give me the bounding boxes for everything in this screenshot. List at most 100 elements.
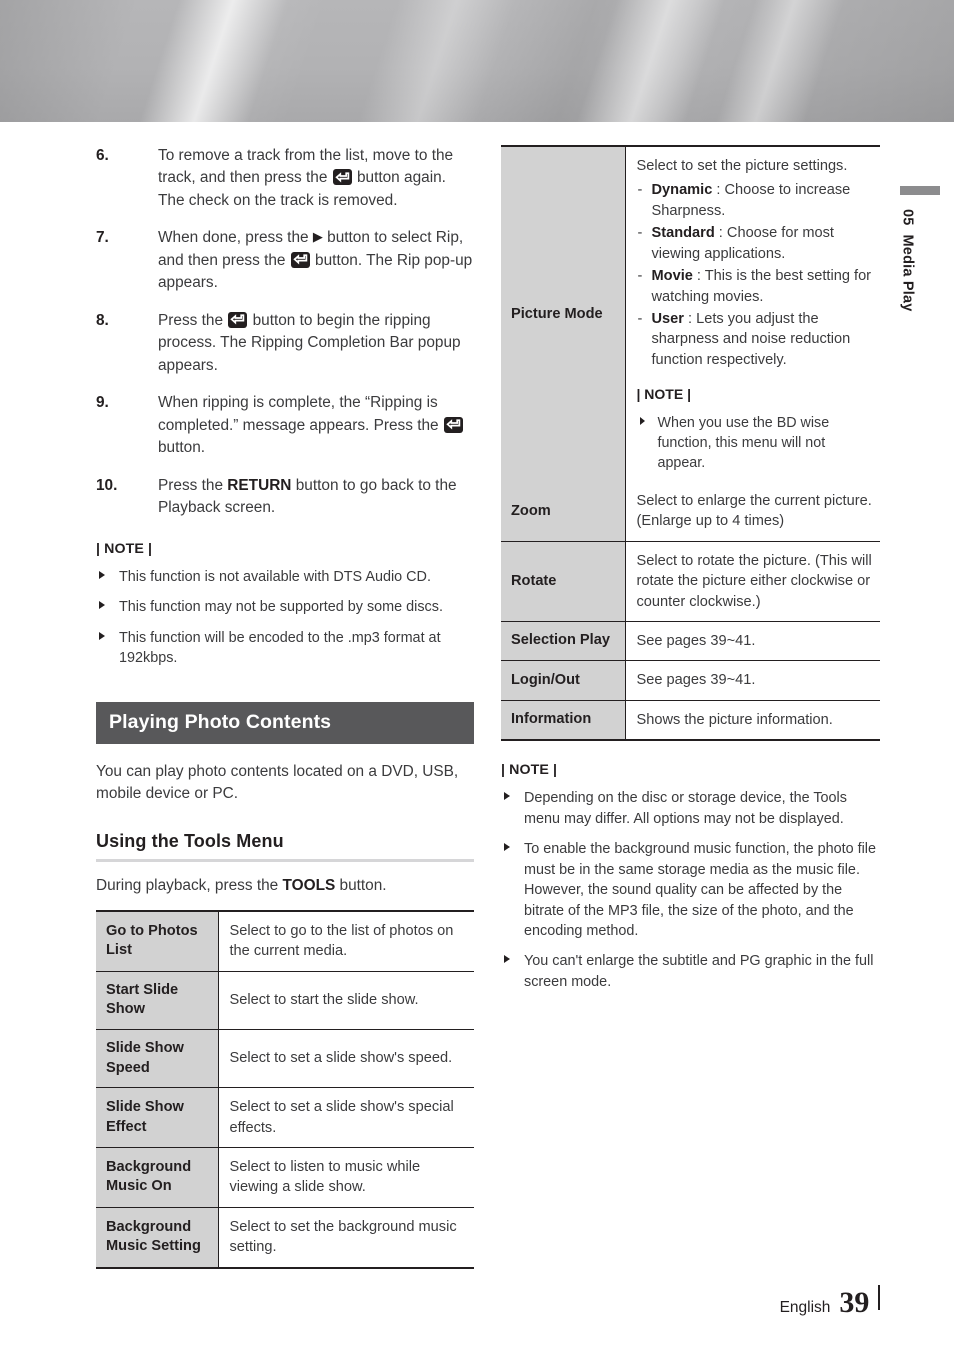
step-number: 10. xyxy=(96,476,118,494)
row-key: Go to Photos List xyxy=(96,911,219,972)
dash-bullet-icon: - xyxy=(637,310,643,327)
dash-bullet-icon: - xyxy=(637,225,643,242)
note-text: You can't enlarge the subtitle and PG gr… xyxy=(524,953,874,990)
row-key: Background Music On xyxy=(96,1147,219,1208)
step-item: 9. When ripping is complete, the “Ripping… xyxy=(96,392,474,459)
note-text: This function will be encoded to the .mp… xyxy=(119,629,441,667)
footer-language: English xyxy=(779,1299,831,1316)
row-key: Zoom xyxy=(501,481,626,542)
row-key: Start Slide Show xyxy=(96,971,219,1030)
note-item: To enable the background music function,… xyxy=(501,839,880,941)
note-item: You can't enlarge the subtitle and PG gr… xyxy=(501,951,880,992)
table-row: Start Slide Show Select to start the slid… xyxy=(96,971,474,1030)
row-value: Shows the picture information. xyxy=(636,711,833,728)
emphasis-text: TOOLS xyxy=(282,876,336,894)
row-value: Select to set the background music setti… xyxy=(229,1218,457,1256)
option-name: Movie xyxy=(651,268,693,285)
picture-mode-intro: Select to set the picture settings. xyxy=(636,158,848,174)
row-value: See pages 39~41. xyxy=(625,660,880,701)
dash-bullet-icon: - xyxy=(637,268,643,285)
note-text: This function may not be supported by so… xyxy=(119,599,443,616)
section-intro-text: You can play photo contents located on a… xyxy=(96,762,459,803)
note-item: This function is not available with DTS … xyxy=(96,567,474,587)
triangle-bullet-icon xyxy=(504,792,510,801)
row-value: Select to start the slide show. xyxy=(218,971,474,1030)
note-list-left: This function is not available with DTS … xyxy=(96,567,474,669)
row-key: Information xyxy=(501,700,626,741)
emphasis-text: RETURN xyxy=(227,476,292,494)
row-value-picture-mode: Select to set the picture settings. - Dyn… xyxy=(625,146,880,482)
step-text: When ripping is complete, the “Ripping i… xyxy=(158,394,464,456)
row-value: Select to go to the list of photos on th… xyxy=(218,911,474,972)
page-body: 6. To remove a track from the list, move … xyxy=(0,122,954,1354)
step-number: 7. xyxy=(96,229,109,247)
dash-bullet-icon: - xyxy=(637,182,643,199)
note-list-right: Depending on the disc or storage device,… xyxy=(501,788,880,992)
table-row: Login/Out See pages 39~41. xyxy=(501,660,880,701)
step-item: 10. Press the RETURN button to go back to… xyxy=(96,475,474,520)
subheading-intro-text: During playback, press the TOOLS button. xyxy=(96,876,387,894)
picture-mode-option: - User : Lets you adjust the sharpness an… xyxy=(637,309,875,370)
page-footer: English 39 xyxy=(779,1285,880,1320)
enter-button-icon xyxy=(290,251,310,268)
row-key: Slide Show Speed xyxy=(96,1029,219,1089)
row-key: Login/Out xyxy=(501,660,626,701)
step-item: 8. Press the button to begin the ripping … xyxy=(96,310,474,377)
footer-rule xyxy=(878,1285,880,1310)
option-name: Dynamic xyxy=(651,182,713,199)
picture-mode-option-list: - Dynamic : Choose to increase Sharpness.… xyxy=(637,180,875,370)
right-column: Picture Mode Select to set the picture s… xyxy=(501,145,880,992)
note-heading-right: | NOTE | xyxy=(501,762,558,779)
table-row: Zoom Select to enlarge the current pictur… xyxy=(501,481,880,542)
picture-mode-option: - Standard : Choose for most viewing appl… xyxy=(637,223,875,264)
note-text: When you use the BD wise function, this … xyxy=(657,414,830,471)
row-key: Selection Play xyxy=(501,621,626,662)
play-arrow-icon: ▶ xyxy=(312,229,323,245)
picture-options-table: Picture Mode Select to set the picture s… xyxy=(501,145,880,742)
subheading-using-the-tools-menu: Using the Tools Menu xyxy=(96,831,474,862)
picture-mode-option: - Movie : This is the best setting for wa… xyxy=(637,266,875,307)
note-item: Depending on the disc or storage device,… xyxy=(501,788,880,829)
table-row: Rotate Select to rotate the picture. (Thi… xyxy=(501,541,880,622)
table-row: Go to Photos List Select to go to the lis… xyxy=(96,911,474,972)
step-text: When done, press the ▶ button to select … xyxy=(158,229,473,292)
note-item: This function will be encoded to the .mp… xyxy=(96,628,474,669)
row-key: Background Music Setting xyxy=(96,1207,219,1268)
step-text: To remove a track from the list, move to… xyxy=(158,147,454,209)
row-value: Select to set a slide show's speed. xyxy=(218,1029,474,1089)
option-name: Standard xyxy=(651,225,715,242)
note-text: To enable the background music function,… xyxy=(524,841,877,939)
enter-button-icon xyxy=(228,311,248,328)
table-row: Information Shows the picture information… xyxy=(501,700,880,741)
row-value: See pages 39~41. xyxy=(625,621,880,662)
row-value: Select to enlarge the current picture. (… xyxy=(625,481,880,542)
picture-mode-note-list: When you use the BD wise function, this … xyxy=(637,413,875,473)
table-row: Background Music On Select to listen to m… xyxy=(96,1147,474,1208)
row-key: Slide Show Effect xyxy=(96,1087,219,1148)
step-text: Press the RETURN button to go back to th… xyxy=(158,476,457,517)
ripping-steps-list: 6. To remove a track from the list, move … xyxy=(96,145,474,520)
section-heading-playing-photo-contents: Playing Photo Contents xyxy=(96,701,474,744)
note-text: Depending on the disc or storage device,… xyxy=(524,790,847,827)
enter-button-icon xyxy=(443,416,463,433)
picture-mode-option: - Dynamic : Choose to increase Sharpness. xyxy=(637,180,875,221)
table-row: Slide Show Speed Select to set a slide sh… xyxy=(96,1029,474,1089)
table-row: Picture Mode Select to set the picture s… xyxy=(501,146,880,482)
row-value: Select to set a slide show's special eff… xyxy=(218,1087,474,1148)
row-value: Select to rotate the picture. (This will… xyxy=(625,541,880,622)
triangle-bullet-icon xyxy=(99,570,105,579)
triangle-bullet-icon xyxy=(504,843,510,852)
table-row: Background Music Setting Select to set th… xyxy=(96,1207,474,1268)
triangle-bullet-icon xyxy=(639,416,645,425)
row-value: Select to listen to music while viewing … xyxy=(218,1147,474,1208)
table-row: Slide Show Effect Select to set a slide s… xyxy=(96,1087,474,1148)
step-number: 9. xyxy=(96,394,109,412)
note-text: This function is not available with DTS … xyxy=(119,568,431,585)
option-name: User xyxy=(651,310,684,327)
triangle-bullet-icon xyxy=(99,601,105,610)
footer-page-number: 39 xyxy=(839,1286,870,1319)
step-number: 6. xyxy=(96,147,109,164)
table-row: Selection Play See pages 39~41. xyxy=(501,621,880,662)
enter-button-icon xyxy=(332,169,352,186)
note-heading-left: | NOTE | xyxy=(96,540,153,557)
